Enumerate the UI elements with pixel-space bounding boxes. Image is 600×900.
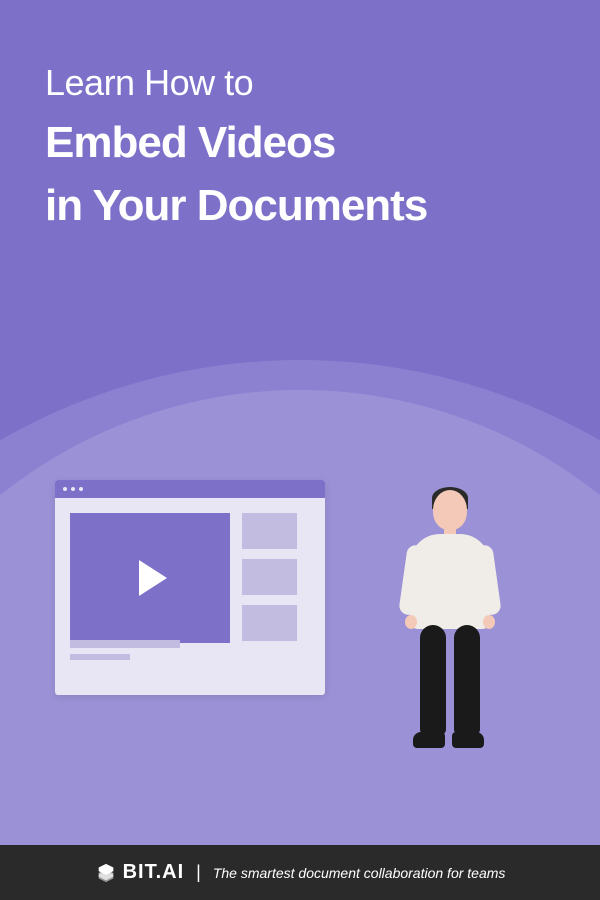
video-caption-lines bbox=[70, 640, 180, 660]
sidebar-thumbnail bbox=[242, 559, 297, 595]
video-sidebar bbox=[242, 513, 297, 643]
person-shoe-left bbox=[413, 732, 445, 748]
brand-name: BIT.AI bbox=[123, 861, 185, 884]
sidebar-thumbnail bbox=[242, 605, 297, 641]
person-hand-left bbox=[405, 615, 417, 629]
footer-bar: BIT.AI | The smartest document collabora… bbox=[0, 845, 600, 900]
person-illustration bbox=[395, 490, 505, 770]
title-main-line2: in Your Documents bbox=[45, 178, 555, 233]
brand-logo: BIT.AI bbox=[95, 861, 185, 884]
footer-tagline: The smartest document collaboration for … bbox=[213, 865, 506, 881]
play-icon bbox=[139, 560, 167, 596]
window-dot-icon bbox=[79, 487, 83, 491]
footer-divider: | bbox=[196, 862, 201, 883]
video-player-illustration bbox=[70, 513, 230, 643]
person-head bbox=[433, 490, 467, 530]
browser-window-illustration bbox=[55, 480, 325, 695]
browser-content-area bbox=[55, 498, 325, 658]
window-dot-icon bbox=[63, 487, 67, 491]
caption-line bbox=[70, 654, 130, 660]
header-section: Learn How to Embed Videos in Your Docume… bbox=[0, 0, 600, 233]
illustration-container bbox=[0, 480, 600, 840]
title-main-line1: Embed Videos bbox=[45, 115, 555, 170]
caption-line bbox=[70, 640, 180, 648]
person-hand-right bbox=[483, 615, 495, 629]
sidebar-thumbnail bbox=[242, 513, 297, 549]
person-leg-right bbox=[454, 625, 480, 735]
person-leg-left bbox=[420, 625, 446, 735]
window-dot-icon bbox=[71, 487, 75, 491]
title-intro: Learn How to bbox=[45, 60, 555, 107]
person-legs bbox=[418, 625, 482, 735]
browser-title-bar bbox=[55, 480, 325, 498]
bit-logo-icon bbox=[95, 862, 117, 884]
person-shoe-right bbox=[452, 732, 484, 748]
